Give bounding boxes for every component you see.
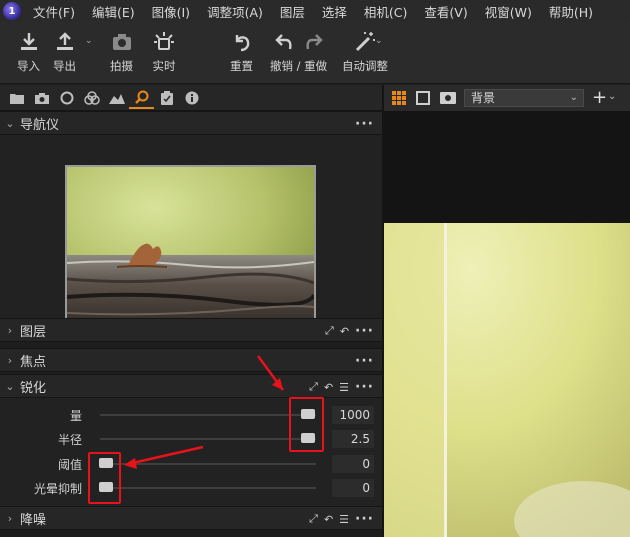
image-viewer[interactable]: [382, 111, 630, 537]
single-view-icon[interactable]: [416, 91, 430, 105]
viewer-image: [384, 223, 630, 537]
add-layer-icon[interactable]: +: [592, 87, 607, 108]
menu-view[interactable]: 查看(V): [424, 2, 467, 21]
eye-icon[interactable]: [440, 92, 456, 104]
grid-view-icon[interactable]: [392, 91, 406, 105]
add-layer-dropdown-icon[interactable]: ⌄: [608, 91, 616, 102]
layer-select-dropdown[interactable]: 背景 ⌄: [464, 89, 584, 107]
viewer-toolbar: 背景 ⌄ + ⌄: [382, 85, 630, 111]
annotation-arrows: [124, 355, 285, 469]
layer-select-value: 背景: [471, 91, 496, 105]
chevron-down-icon: ⌄: [569, 92, 578, 103]
menu-window[interactable]: 视窗(W): [485, 2, 532, 21]
menu-help[interactable]: 帮助(H): [549, 2, 593, 21]
